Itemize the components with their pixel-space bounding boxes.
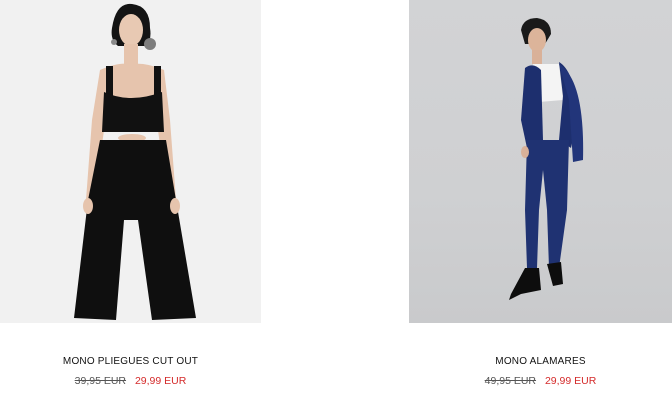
sale-price: 29,99 EUR xyxy=(544,375,597,387)
model-navy-jumpsuit-illustration xyxy=(509,18,584,300)
original-price: 49,95 EUR xyxy=(484,375,537,387)
product-card-mono-pliegues[interactable]: MONO PLIEGUES CUT OUT 39,95 EUR 29,99 EU… xyxy=(0,0,261,387)
product-image[interactable] xyxy=(409,0,672,323)
product-card-mono-alamares[interactable]: MONO ALAMARES 49,95 EUR 29,99 EUR xyxy=(409,0,672,387)
product-name[interactable]: MONO PLIEGUES CUT OUT xyxy=(0,356,261,367)
original-price: 39,95 EUR xyxy=(74,375,127,387)
price-block: 49,95 EUR 29,99 EUR xyxy=(409,375,672,387)
product-name[interactable]: MONO ALAMARES xyxy=(409,356,672,367)
price-block: 39,95 EUR 29,99 EUR xyxy=(0,375,261,387)
model-black-jumpsuit-illustration xyxy=(74,3,196,320)
sale-price: 29,99 EUR xyxy=(134,375,187,387)
product-grid: MONO PLIEGUES CUT OUT 39,95 EUR 29,99 EU… xyxy=(0,0,672,402)
product-image[interactable] xyxy=(0,0,261,323)
